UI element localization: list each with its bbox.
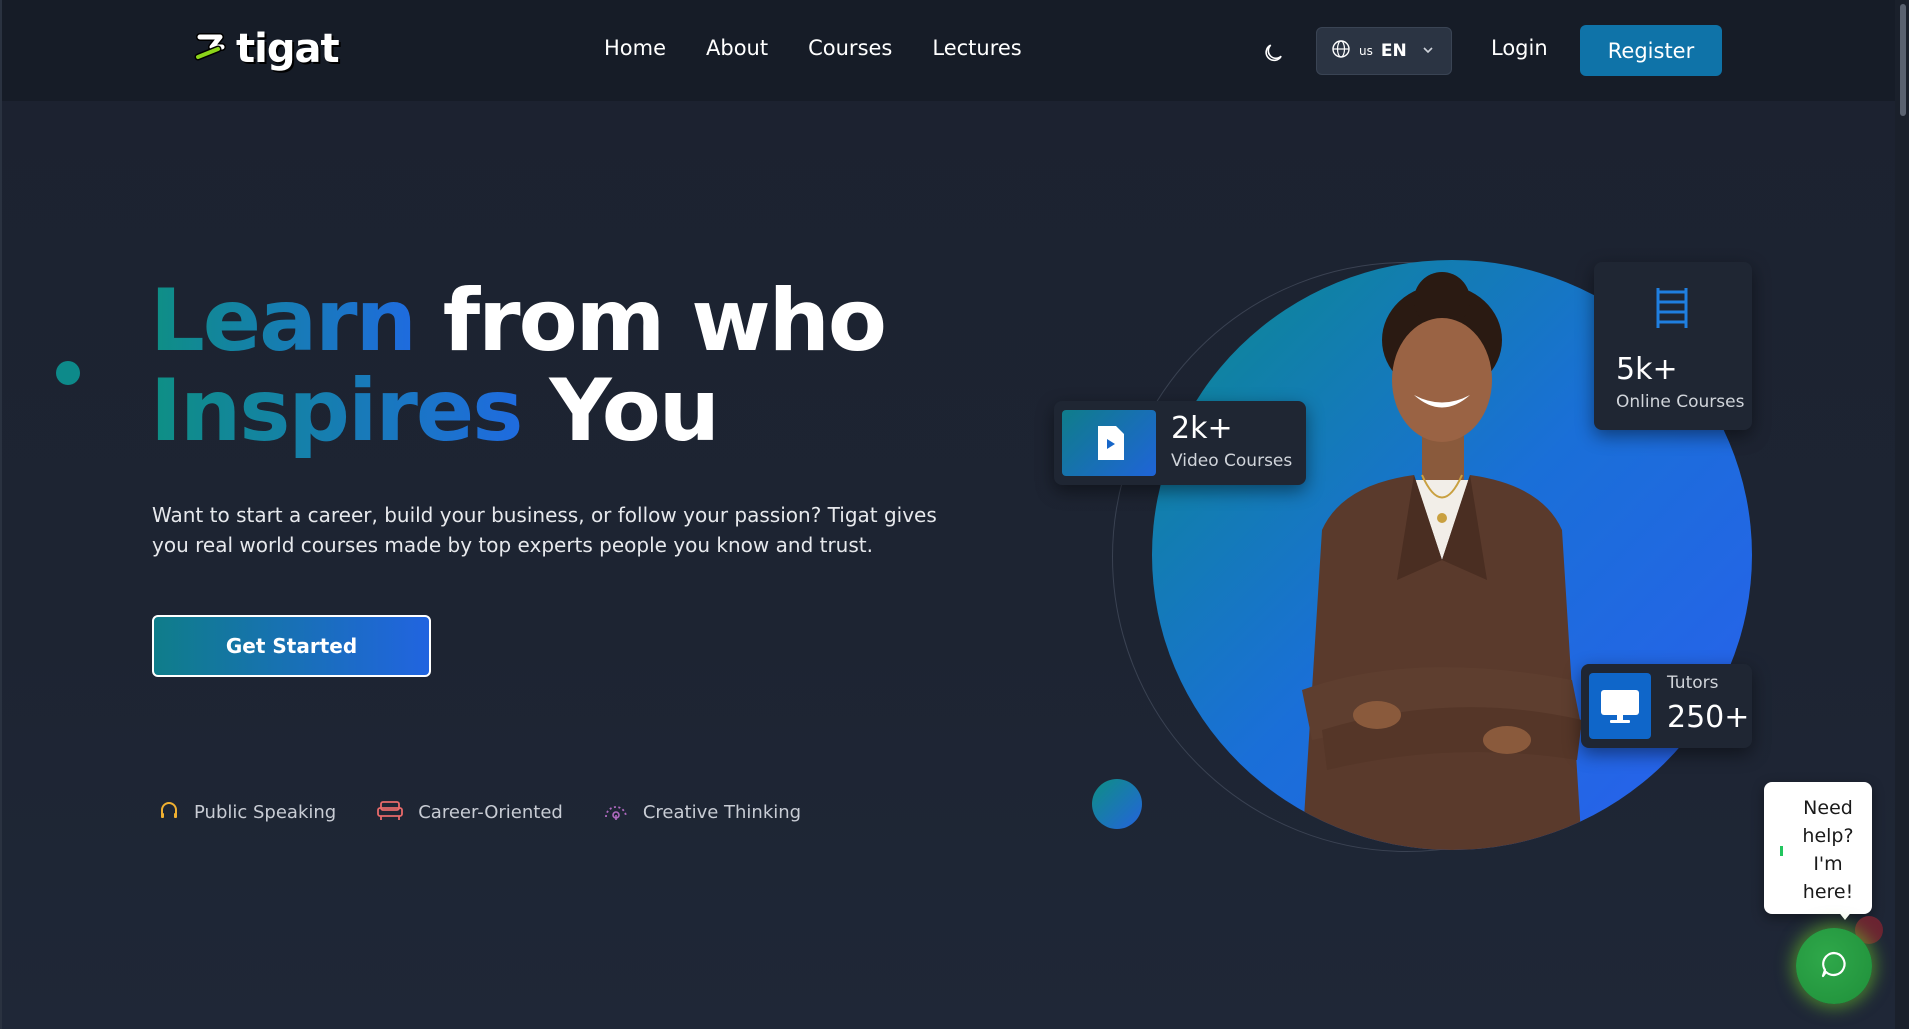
online-indicator — [1780, 846, 1783, 856]
nav-link-about[interactable]: About — [706, 36, 768, 60]
login-link[interactable]: Login — [1491, 36, 1548, 60]
globe-icon — [1331, 39, 1351, 63]
ladder-icon — [1654, 286, 1690, 334]
stat-value: 250+ — [1667, 700, 1750, 735]
scrollbar[interactable] — [1895, 0, 1909, 1029]
page: tigat Home About Courses Lectures us EN — [0, 0, 1909, 1029]
feature-item: Creative Thinking — [603, 799, 801, 825]
video-file-icon — [1062, 410, 1156, 476]
chat-button[interactable] — [1796, 928, 1872, 1004]
feature-label: Career-Oriented — [418, 801, 563, 823]
chevron-down-icon — [1421, 42, 1435, 61]
decorative-dot — [56, 361, 80, 385]
nav-link-courses[interactable]: Courses — [808, 36, 892, 60]
sofa-icon — [376, 799, 404, 825]
nav-links: Home About Courses Lectures — [604, 36, 1022, 60]
chat-icon — [1818, 948, 1850, 984]
nav-link-home[interactable]: Home — [604, 36, 666, 60]
language-code: us — [1359, 44, 1373, 58]
get-started-button[interactable]: Get Started — [152, 615, 431, 677]
decorative-dot — [1092, 779, 1142, 829]
logo-text: tigat — [236, 26, 340, 72]
gauge-icon — [603, 799, 629, 825]
monitor-icon — [1589, 673, 1651, 739]
chat-message: Need help? I'm here! — [1802, 797, 1854, 903]
feature-item: Public Speaking — [158, 799, 336, 825]
hero-description: Want to start a career, build your busin… — [152, 503, 937, 557]
headline-accent-1: Learn — [150, 271, 417, 371]
navbar: tigat Home About Courses Lectures us EN — [2, 0, 1897, 101]
stat-label: Tutors — [1667, 673, 1719, 693]
feature-list: Public Speaking Career-Oriented Creative… — [158, 799, 801, 825]
stat-card-courses: 5k+ Online Courses — [1594, 262, 1752, 430]
headline-accent-2: Inspires — [150, 361, 523, 461]
logo[interactable]: tigat — [192, 26, 340, 72]
headphones-icon — [158, 799, 180, 825]
headline-rest-2: You — [549, 361, 720, 461]
stat-card-tutors: Tutors 250+ — [1581, 664, 1752, 748]
chat-popup-tail — [1837, 910, 1853, 920]
stat-value: 5k+ — [1616, 352, 1678, 387]
hero-headline: Learn from who Inspires You — [150, 276, 887, 456]
stat-value: 2k+ — [1171, 411, 1233, 446]
scrollbar-thumb[interactable] — [1900, 4, 1906, 116]
moon-icon[interactable] — [1262, 38, 1288, 64]
language-select[interactable]: us EN — [1316, 27, 1452, 75]
feature-label: Public Speaking — [194, 801, 337, 823]
headline-rest-1: from who — [442, 271, 887, 371]
logo-mark-icon — [192, 27, 230, 71]
feature-label: Creative Thinking — [642, 801, 802, 823]
language-label: EN — [1380, 41, 1407, 61]
stat-label: Video Courses — [1171, 451, 1293, 471]
chat-popup[interactable]: Need help? I'm here! — [1764, 782, 1872, 914]
nav-link-lectures[interactable]: Lectures — [932, 36, 1021, 60]
register-button[interactable]: Register — [1580, 25, 1722, 76]
stat-card-video: 2k+ Video Courses — [1054, 401, 1306, 485]
stat-label: Online Courses — [1616, 392, 1745, 412]
feature-item: Career-Oriented — [376, 799, 563, 825]
